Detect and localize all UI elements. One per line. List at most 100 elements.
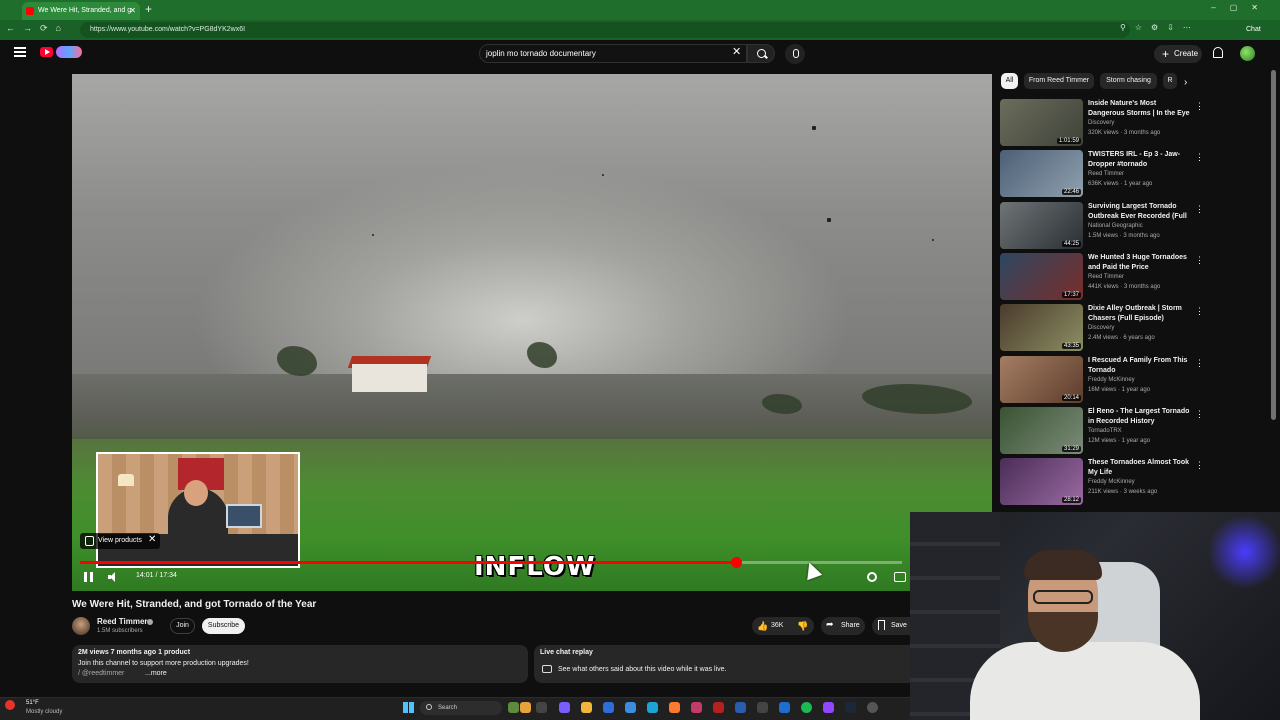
taskbar-app-icon[interactable] [625, 702, 636, 713]
dislike-thumb-icon[interactable]: 👎 [797, 621, 808, 632]
nav-buttons[interactable]: ←→⟳⌂ [6, 23, 69, 34]
subscribe-button[interactable]: Subscribe [202, 618, 245, 634]
menu-icon[interactable] [14, 47, 26, 57]
captions-icon[interactable] [894, 572, 906, 582]
progress-bar[interactable] [80, 557, 902, 568]
recommended-video-channel[interactable]: National Geographic [1088, 223, 1143, 229]
search-button[interactable] [747, 44, 775, 63]
firefox-icon[interactable] [669, 702, 680, 713]
taskbar-search[interactable]: Search [420, 701, 502, 715]
recommended-video[interactable]: 28:12 These Tornadoes Almost Took My Life… [1000, 458, 1204, 506]
recommended-video-title[interactable]: We Hunted 3 Huge Tornadoes and Paid the … [1088, 253, 1190, 273]
description-handle[interactable]: / @reedtimmer [78, 670, 124, 677]
create-button[interactable]: Create [1154, 45, 1202, 63]
close-products-icon[interactable]: ✕ [148, 534, 156, 545]
recommended-video-channel[interactable]: TornadoTRX [1088, 428, 1122, 434]
taskbar-app-icon[interactable] [867, 702, 878, 713]
taskbar-app-icon[interactable] [559, 702, 570, 713]
recommended-video-title[interactable]: These Tornadoes Almost Took My Life [1088, 458, 1190, 478]
taskbar-app-icon[interactable] [520, 702, 531, 713]
video-thumbnail[interactable]: 20:14 [1000, 355, 1083, 403]
notifications-bell-icon[interactable] [1213, 47, 1223, 58]
recommended-video-channel[interactable]: Discovery [1088, 120, 1114, 126]
new-tab-button[interactable]: + [145, 2, 152, 16]
like-count[interactable]: 36K [771, 622, 783, 629]
settings-gear-icon[interactable] [867, 572, 877, 582]
video-thumbnail[interactable]: 43:35 [1000, 304, 1083, 352]
page-scrollbar[interactable] [1271, 70, 1276, 420]
taskbar-app-icon[interactable] [691, 702, 702, 713]
video-thumbnail[interactable]: 17:37 [1000, 252, 1083, 300]
weather-description[interactable]: Mostly cloudy [26, 709, 62, 715]
youtube-doodle[interactable] [56, 46, 82, 58]
more-options-icon[interactable]: ⋮ [1195, 204, 1204, 215]
taskbar-app-icon[interactable] [823, 702, 834, 713]
browser-chat-button[interactable]: Chat [1246, 22, 1261, 38]
recommended-video-channel[interactable]: Reed Timmer [1088, 274, 1124, 280]
recommended-video[interactable]: 17:37 We Hunted 3 Huge Tornadoes and Paid… [1000, 252, 1204, 301]
pause-icon[interactable] [84, 572, 93, 582]
like-thumb-icon[interactable]: 👍 [757, 621, 768, 632]
taskbar-app-icon[interactable] [603, 702, 614, 713]
more-options-icon[interactable]: ⋮ [1195, 255, 1204, 266]
recommended-video-channel[interactable]: Discovery [1088, 325, 1114, 331]
chip-all[interactable]: All [1001, 73, 1018, 89]
steam-icon[interactable] [845, 702, 856, 713]
recommended-video-title[interactable]: I Rescued A Family From This Tornado [1088, 356, 1190, 376]
more-options-icon[interactable]: ⋮ [1195, 460, 1204, 471]
youtube-logo-icon[interactable] [40, 47, 53, 57]
weather-temperature[interactable]: 51°F [26, 700, 39, 706]
recommended-video-channel[interactable]: Reed Timmer [1088, 171, 1124, 177]
windows-start-icon[interactable] [403, 702, 414, 713]
browser-tab[interactable]: We Were Hit, Stranded, and g ✕ [22, 2, 140, 20]
chevron-right-icon[interactable]: › [1184, 77, 1187, 88]
recommended-video-title[interactable]: Inside Nature's Most Dangerous Storms | … [1088, 99, 1190, 119]
video-thumbnail[interactable]: 28:12 [1000, 458, 1083, 506]
recommended-video[interactable]: 22:46 TWISTERS IRL - Ep 3 - Jaw-Dropper #… [1000, 150, 1204, 198]
browser-extensions-icons[interactable]: ⚲☆⚙⇩⋯ [1120, 23, 1200, 32]
description-more-link[interactable]: ...more [145, 670, 167, 677]
recommended-video-title[interactable]: TWISTERS IRL - Ep 3 - Jaw-Dropper #torna… [1088, 150, 1190, 170]
edge-icon[interactable] [647, 702, 658, 713]
taskbar-app-icon[interactable] [735, 702, 746, 713]
recommended-video[interactable]: 31:29 El Reno - The Largest Tornado in Re… [1000, 406, 1204, 455]
volume-icon[interactable] [108, 572, 119, 582]
spotify-icon[interactable] [801, 702, 812, 713]
recommended-video[interactable]: 20:14 I Rescued A Family From This Tornad… [1000, 355, 1204, 404]
chip-storm-chasing[interactable]: Storm chasing [1100, 73, 1157, 89]
recommended-video[interactable]: 43:35 Dixie Alley Outbreak | Storm Chaser… [1000, 304, 1204, 352]
taskbar-app-icon[interactable] [536, 702, 547, 713]
video-thumbnail[interactable]: 31:29 [1000, 406, 1083, 454]
taskbar-app-icon[interactable] [757, 702, 768, 713]
video-thumbnail[interactable]: 44:25 [1000, 201, 1083, 249]
more-options-icon[interactable]: ⋮ [1195, 358, 1204, 369]
more-options-icon[interactable]: ⋮ [1195, 409, 1204, 420]
video-thumbnail[interactable]: 1:01:59 [1000, 99, 1083, 146]
recommended-video-channel[interactable]: Freddy McKinney [1088, 377, 1135, 383]
channel-name[interactable]: Reed Timmer [97, 617, 148, 626]
more-options-icon[interactable]: ⋮ [1195, 152, 1204, 163]
more-options-icon[interactable]: ⋮ [1195, 306, 1204, 317]
recommended-video-title[interactable]: El Reno - The Largest Tornado in Recorde… [1088, 407, 1190, 427]
chip-overflow[interactable]: R [1163, 73, 1177, 89]
recommended-video[interactable]: 44:25 Surviving Largest Tornado Outbreak … [1000, 201, 1204, 250]
taskbar-app-icon[interactable] [713, 702, 724, 713]
join-button[interactable]: Join [170, 618, 195, 634]
voice-search-button[interactable] [785, 44, 805, 64]
weather-icon[interactable] [5, 700, 15, 710]
close-tab-icon[interactable]: ✕ [129, 2, 136, 20]
folder-icon[interactable] [581, 702, 592, 713]
clear-search-icon[interactable]: ✕ [732, 45, 741, 58]
window-controls[interactable]: –▢✕ [1211, 3, 1272, 12]
progress-scrubber[interactable] [731, 557, 742, 568]
taskbar-app-icon[interactable] [508, 702, 519, 713]
url-field[interactable]: https://www.youtube.com/watch?v=PG8dYK2w… [80, 22, 1130, 38]
more-options-icon[interactable]: ⋮ [1195, 101, 1204, 112]
recommended-video[interactable]: 1:01:59 Inside Nature's Most Dangerous St… [1000, 99, 1204, 147]
recommended-video-title[interactable]: Surviving Largest Tornado Outbreak Ever … [1088, 202, 1190, 222]
chip-from-reed-timmer[interactable]: From Reed Timmer [1024, 73, 1094, 89]
recommended-video-channel[interactable]: Freddy McKinney [1088, 479, 1135, 485]
account-avatar[interactable] [1240, 46, 1255, 61]
channel-avatar[interactable] [72, 617, 90, 635]
search-input[interactable]: joplin mo tornado documentary [479, 44, 747, 63]
